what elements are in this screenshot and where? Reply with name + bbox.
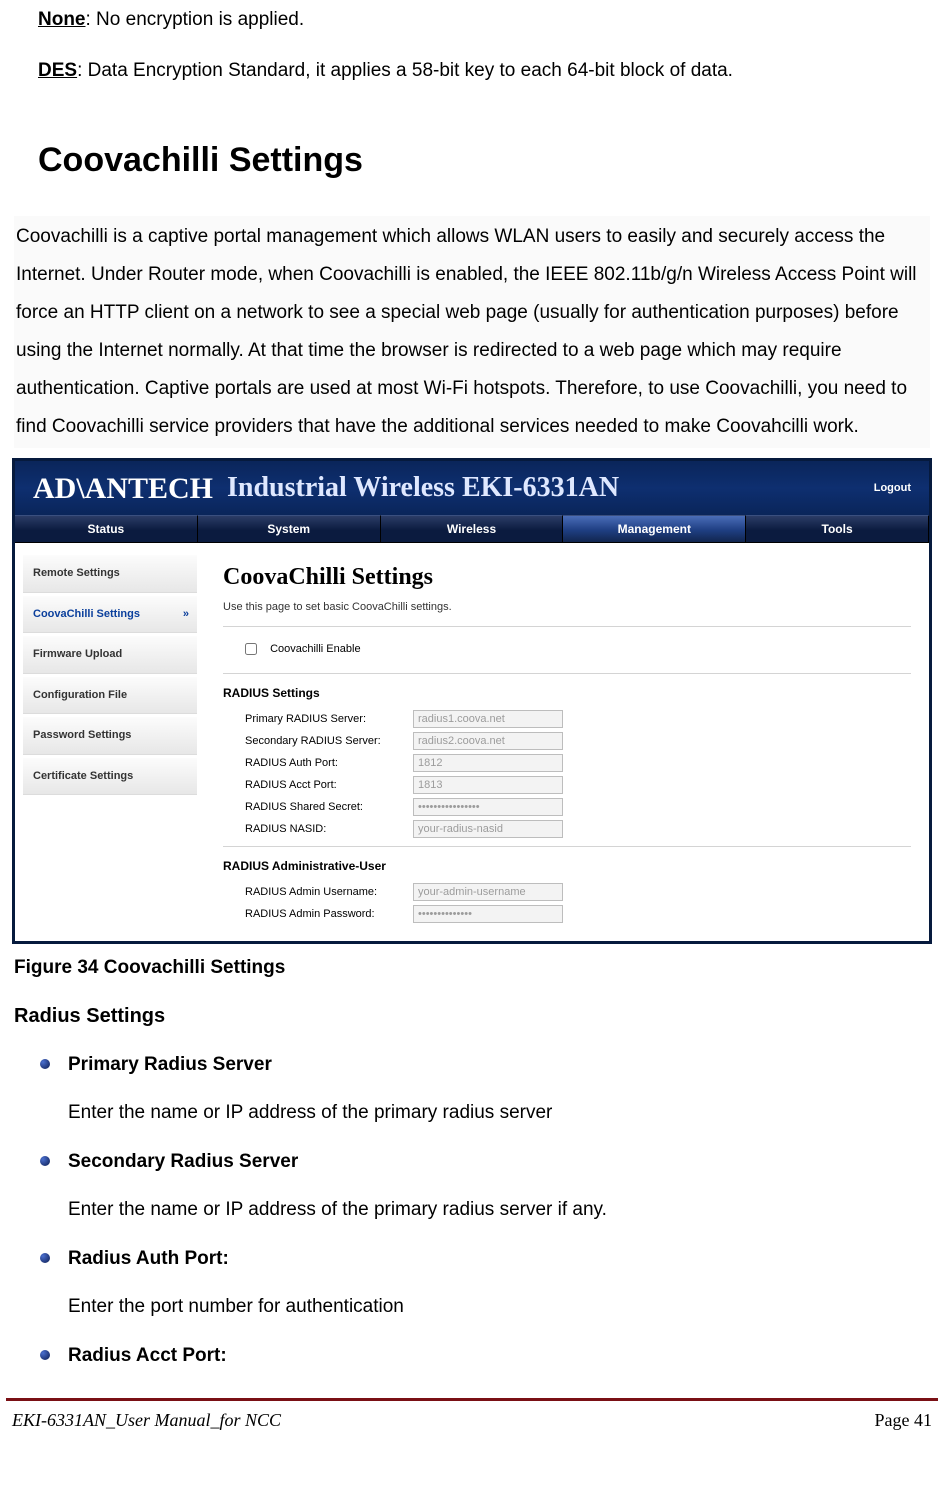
- field-label: RADIUS NASID:: [245, 821, 413, 838]
- sidebar-item-coovachilli[interactable]: CoovaChilli Settings: [23, 596, 197, 634]
- definition-term-des: DES: [38, 60, 77, 81]
- bullet-icon: [40, 1253, 50, 1263]
- bullet-desc: Enter the name or IP address of the prim…: [68, 1196, 930, 1225]
- coovachilli-enable-label: Coovachilli Enable: [270, 643, 361, 655]
- bullet-primary-radius: Primary Radius Server Enter the name or …: [40, 1051, 930, 1128]
- definition-none: None: No encryption is applied.: [38, 6, 934, 35]
- main-tabs: Status System Wireless Management Tools: [15, 515, 929, 543]
- divider: [223, 846, 911, 847]
- sidebar-item-certificate-settings[interactable]: Certificate Settings: [23, 758, 197, 796]
- radius-shared-secret-input[interactable]: [413, 798, 563, 816]
- field-secondary-radius: Secondary RADIUS Server:: [223, 730, 911, 752]
- sidebar-item-remote-settings[interactable]: Remote Settings: [23, 555, 197, 593]
- tab-system[interactable]: System: [198, 515, 381, 543]
- secondary-radius-input[interactable]: [413, 732, 563, 750]
- field-admin-username: RADIUS Admin Username:: [223, 881, 911, 903]
- page-footer: EKI-6331AN_User Manual_for NCC Page 41: [6, 1398, 938, 1444]
- definition-text-des: : Data Encryption Standard, it applies a…: [77, 60, 733, 81]
- radius-settings-subheading: Radius Settings: [14, 1001, 930, 1031]
- field-label: RADIUS Admin Password:: [245, 906, 413, 923]
- section-paragraph: Coovachilli is a captive portal manageme…: [14, 216, 930, 448]
- divider: [223, 673, 911, 674]
- definition-text-none: : No encryption is applied.: [86, 9, 305, 30]
- bullet-icon: [40, 1156, 50, 1166]
- bullet-title: Primary Radius Server: [68, 1051, 272, 1080]
- field-primary-radius: Primary RADIUS Server:: [223, 708, 911, 730]
- logout-link[interactable]: Logout: [874, 480, 911, 497]
- product-title: Industrial Wireless EKI-6331AN: [227, 467, 874, 509]
- bullet-title: Secondary Radius Server: [68, 1148, 298, 1177]
- field-label: RADIUS Auth Port:: [245, 755, 413, 772]
- sidebar: Remote Settings CoovaChilli Settings Fir…: [15, 543, 205, 941]
- coovachilli-enable-checkbox[interactable]: [245, 643, 257, 655]
- field-shared-secret: RADIUS Shared Secret:: [223, 796, 911, 818]
- radius-admin-username-input[interactable]: [413, 883, 563, 901]
- radius-admin-heading: RADIUS Administrative-User: [223, 857, 911, 875]
- tab-management[interactable]: Management: [563, 515, 746, 543]
- figure-caption: Figure 34 Coovachilli Settings: [14, 954, 930, 983]
- radius-settings-heading: RADIUS Settings: [223, 684, 911, 702]
- radius-nasid-input[interactable]: [413, 820, 563, 838]
- bullet-title: Radius Auth Port:: [68, 1245, 229, 1274]
- footer-left: EKI-6331AN_User Manual_for NCC: [12, 1407, 281, 1434]
- definition-des: DES: Data Encryption Standard, it applie…: [38, 57, 934, 86]
- field-label: RADIUS Acct Port:: [245, 777, 413, 794]
- field-label: Secondary RADIUS Server:: [245, 733, 413, 750]
- section-title: Coovachilli Settings: [38, 135, 934, 186]
- sidebar-item-firmware-upload[interactable]: Firmware Upload: [23, 636, 197, 674]
- field-label: RADIUS Shared Secret:: [245, 799, 413, 816]
- panel-subtitle: Use this page to set basic CoovaChilli s…: [223, 599, 911, 616]
- bullet-secondary-radius: Secondary Radius Server Enter the name o…: [40, 1148, 930, 1225]
- sidebar-item-configuration-file[interactable]: Configuration File: [23, 677, 197, 715]
- tab-status[interactable]: Status: [15, 515, 198, 543]
- bullet-title: Radius Acct Port:: [68, 1342, 227, 1371]
- field-auth-port: RADIUS Auth Port:: [223, 752, 911, 774]
- brand-logo: AD\ANTECH: [33, 466, 213, 511]
- primary-radius-input[interactable]: [413, 710, 563, 728]
- bullet-desc: Enter the name or IP address of the prim…: [68, 1099, 930, 1128]
- tab-tools[interactable]: Tools: [746, 515, 929, 543]
- field-label: RADIUS Admin Username:: [245, 884, 413, 901]
- radius-auth-port-input[interactable]: [413, 754, 563, 772]
- main-panel: CoovaChilli Settings Use this page to se…: [205, 543, 929, 941]
- field-label: Primary RADIUS Server:: [245, 711, 413, 728]
- bullet-desc: Enter the port number for authentication: [68, 1293, 930, 1322]
- definition-term-none: None: [38, 9, 86, 30]
- embedded-screenshot: AD\ANTECH Industrial Wireless EKI-6331AN…: [12, 458, 932, 944]
- bullet-icon: [40, 1350, 50, 1360]
- panel-title: CoovaChilli Settings: [223, 559, 911, 595]
- field-admin-password: RADIUS Admin Password:: [223, 903, 911, 925]
- divider: [223, 626, 911, 627]
- tab-wireless[interactable]: Wireless: [381, 515, 564, 543]
- sidebar-item-password-settings[interactable]: Password Settings: [23, 717, 197, 755]
- footer-page-number: Page 41: [875, 1407, 933, 1434]
- radius-admin-password-input[interactable]: [413, 905, 563, 923]
- app-header: AD\ANTECH Industrial Wireless EKI-6331AN…: [15, 461, 929, 515]
- bullet-acct-port: Radius Acct Port:: [40, 1342, 930, 1385]
- bullet-icon: [40, 1059, 50, 1069]
- radius-acct-port-input[interactable]: [413, 776, 563, 794]
- field-nasid: RADIUS NASID:: [223, 818, 911, 840]
- bullet-auth-port: Radius Auth Port: Enter the port number …: [40, 1245, 930, 1322]
- field-acct-port: RADIUS Acct Port:: [223, 774, 911, 796]
